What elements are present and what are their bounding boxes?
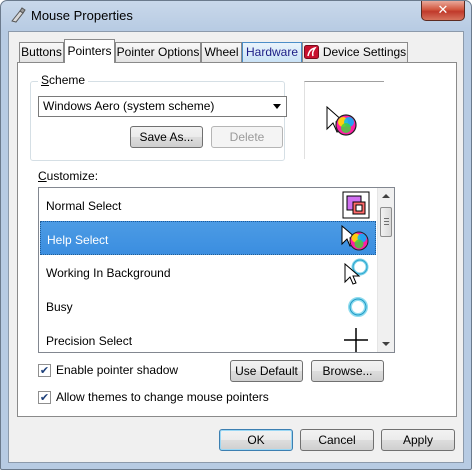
scheme-label-text: cheme [49, 73, 86, 87]
tab-pointers[interactable]: Pointers [64, 39, 115, 63]
checkmark-icon: ✔ [39, 363, 50, 377]
list-item-label: Normal Select [46, 199, 122, 213]
tab-hardware[interactable]: Hardware [242, 42, 302, 62]
ok-button-label: OK [247, 433, 265, 447]
allow-themes-checkbox[interactable]: ✔ [38, 390, 51, 404]
tab-buttons[interactable]: Buttons [19, 42, 64, 62]
list-item-label: Precision Select [46, 334, 133, 348]
mouse-properties-window: Mouse Properties ✕ Buttons Pointers Poin… [0, 0, 472, 470]
scheme-dropdown-value: Windows Aero (system scheme) [43, 99, 215, 113]
list-item-label: Busy [46, 300, 73, 314]
tab-strip: Buttons Pointers Pointer Options Wheel H… [17, 39, 457, 63]
scheme-dropdown[interactable]: Windows Aero (system scheme) [38, 96, 287, 117]
enable-pointer-shadow-checkbox[interactable]: ✔ [38, 363, 51, 377]
synaptics-icon [303, 45, 319, 59]
checkmark-icon: ✔ [39, 390, 50, 404]
close-icon: ✕ [437, 3, 449, 18]
enable-pointer-shadow-label: Enable pointer shadow [56, 363, 179, 377]
close-button[interactable]: ✕ [421, 1, 465, 21]
help-select-cursor-icon [341, 225, 369, 251]
mouse-properties-icon [11, 7, 26, 23]
cancel-button-label: Cancel [318, 433, 356, 447]
list-item[interactable]: Normal Select [40, 188, 376, 222]
list-item-label: Help Select [47, 233, 109, 247]
working-in-background-cursor-icon [344, 258, 369, 285]
precision-select-cursor-icon [344, 328, 368, 352]
dialog-client-area: Buttons Pointers Pointer Options Wheel H… [8, 31, 464, 463]
use-default-button-label: Use Default [235, 364, 298, 378]
customize-label-text: ustomize: [46, 169, 99, 183]
window-title: Mouse Properties [31, 8, 133, 23]
tab-device-settings[interactable]: Device Settings [302, 42, 408, 62]
save-as-button-label: Save As... [139, 130, 194, 144]
tab-wheel-label: Wheel [204, 45, 239, 59]
cursor-preview [304, 81, 384, 159]
browse-button[interactable]: Browse... [311, 360, 384, 382]
list-item[interactable]: Working In Background [40, 255, 376, 289]
list-item[interactable]: Busy [40, 289, 376, 323]
list-item[interactable]: Precision Select [40, 323, 376, 352]
tab-pointer-options[interactable]: Pointer Options [115, 42, 201, 62]
save-as-button[interactable]: Save As... [130, 126, 203, 148]
busy-cursor-icon [348, 297, 368, 317]
chevron-down-icon [273, 104, 281, 109]
allow-themes-option[interactable]: ✔ Allow themes to change mouse pointers [38, 390, 269, 404]
delete-button-label: Delete [229, 130, 265, 144]
tab-buttons-label: Buttons [21, 45, 62, 59]
scroll-up-icon[interactable] [382, 194, 390, 198]
apply-button-label: Apply [402, 433, 434, 447]
tab-pointers-label: Pointers [67, 44, 112, 58]
scrollbar-thumb[interactable] [380, 207, 392, 237]
scheme-label: Scheme [38, 73, 89, 87]
grip-line [384, 221, 389, 222]
scheme-groupbox [30, 81, 285, 161]
customize-label: Customize: [38, 169, 99, 183]
normal-select-cursor-icon [342, 191, 370, 219]
use-default-button[interactable]: Use Default [230, 360, 303, 382]
apply-button[interactable]: Apply [381, 429, 455, 451]
enable-pointer-shadow-option[interactable]: ✔ Enable pointer shadow [38, 363, 178, 377]
list-item-selected[interactable]: Help Select [40, 221, 376, 255]
delete-button[interactable]: Delete [211, 126, 283, 148]
tab-pointer-options-label: Pointer Options [116, 45, 200, 59]
tab-wheel[interactable]: Wheel [201, 42, 242, 62]
help-select-cursor-icon [326, 105, 357, 136]
tab-device-settings-label: Device Settings [322, 45, 407, 59]
grip-line [384, 224, 389, 225]
cursor-list[interactable]: Normal Select Help Select Working In Bac… [38, 187, 395, 353]
cursor-list-scrollbar[interactable] [377, 188, 394, 352]
browse-button-label: Browse... [322, 364, 373, 378]
cancel-button[interactable]: Cancel [300, 429, 374, 451]
ok-button[interactable]: OK [219, 429, 293, 451]
grip-line [384, 218, 389, 219]
tab-hardware-label: Hardware [245, 45, 299, 59]
allow-themes-label: Allow themes to change mouse pointers [56, 390, 269, 404]
pointers-tab-page: Scheme Windows Aero (system scheme) Save… [17, 62, 457, 417]
list-item-label: Working In Background [46, 266, 171, 280]
title-bar: Mouse Properties ✕ [1, 1, 471, 31]
scroll-down-icon[interactable] [382, 342, 390, 346]
